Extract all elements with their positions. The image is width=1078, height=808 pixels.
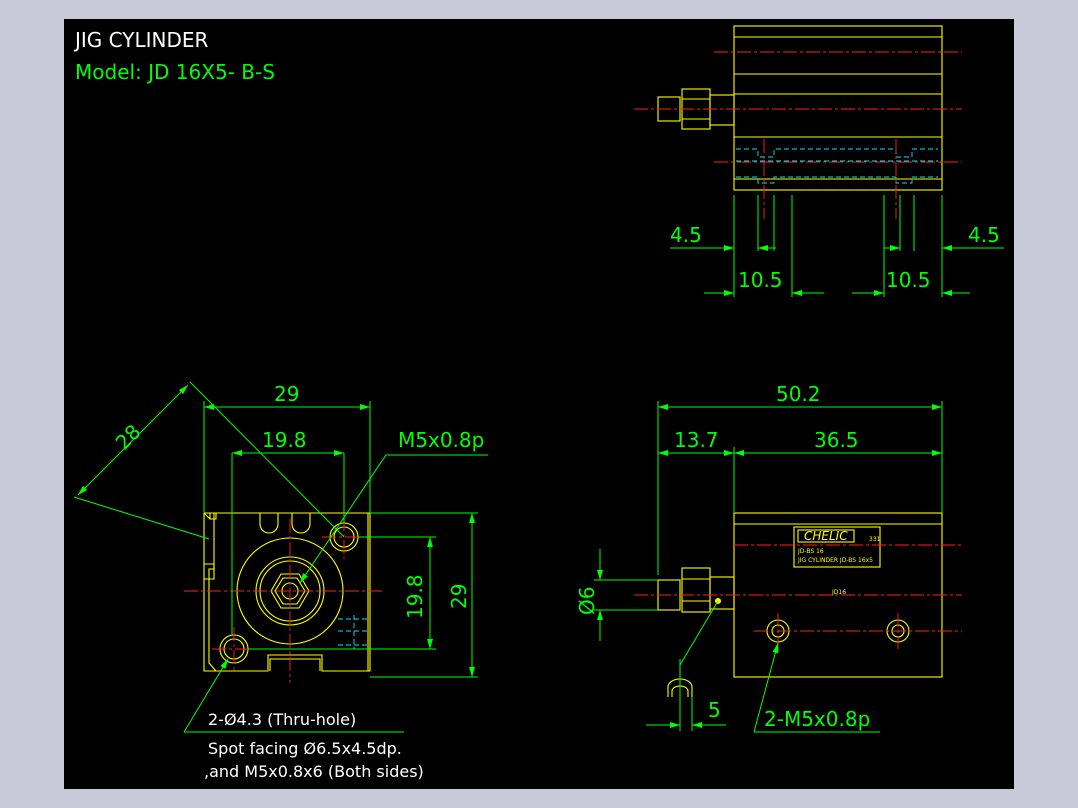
dim-29-vertical: 29: [447, 584, 471, 609]
port-callout: M5x0.8p: [398, 428, 484, 452]
hole-note-line3: ,and M5x0.8x6 (Both sides): [204, 762, 424, 781]
name-plate-code: 331: [869, 536, 881, 543]
dim-19-8-horizontal: 19.8: [262, 428, 307, 452]
hole-note-line2: Spot facing Ø6.5x4.5dp.: [208, 739, 402, 758]
name-plate-brand: CHELIC: [804, 529, 848, 543]
dim-rod-diameter: Ø6: [575, 587, 599, 615]
drawing-title: JIG CYLINDER: [73, 28, 209, 52]
name-plate-line2: JIG CYLINDER JD-BS 16x5: [797, 557, 873, 564]
dim-10-5-left: 10.5: [738, 268, 783, 292]
tap-callout: 2-M5x0.8p: [764, 707, 870, 731]
side-view-nut: [681, 567, 711, 613]
name-plate-line1: JD-BS 16: [797, 548, 824, 555]
drawing-canvas: JIG CYLINDER Model: JD 16X5- B-S 4.5 4.5…: [64, 19, 1014, 789]
cad-drawing: JIG CYLINDER Model: JD 16X5- B-S 4.5 4.5…: [73, 25, 1004, 781]
dim-10-5-right: 10.5: [886, 268, 931, 292]
side-view: CHELIC 331 JD-BS 16 JIG CYLINDER JD-BS 1…: [575, 382, 962, 733]
dim-28: 28: [111, 420, 146, 455]
dim-29-top: 29: [274, 382, 299, 406]
dim-19-8-vertical: 19.8: [403, 574, 427, 619]
top-view: 4.5 4.5 10.5 10.5: [634, 25, 1004, 297]
model-label: Model: JD 16X5- B-S: [75, 60, 275, 84]
dim-50-2: 50.2: [776, 382, 821, 406]
dim-5: 5: [708, 698, 721, 722]
dim-4-5-left: 4.5: [670, 223, 702, 247]
hole-note-line1: 2-Ø4.3 (Thru-hole): [208, 710, 356, 729]
front-view: 28 29 19.8 19.8 29 M5x0.8p 2-Ø4.3 (Thru-…: [73, 381, 488, 781]
top-view-body: [733, 25, 943, 191]
dim-36-5: 36.5: [814, 428, 859, 452]
dim-13-7: 13.7: [674, 428, 719, 452]
dim-4-5-right: 4.5: [968, 223, 1000, 247]
